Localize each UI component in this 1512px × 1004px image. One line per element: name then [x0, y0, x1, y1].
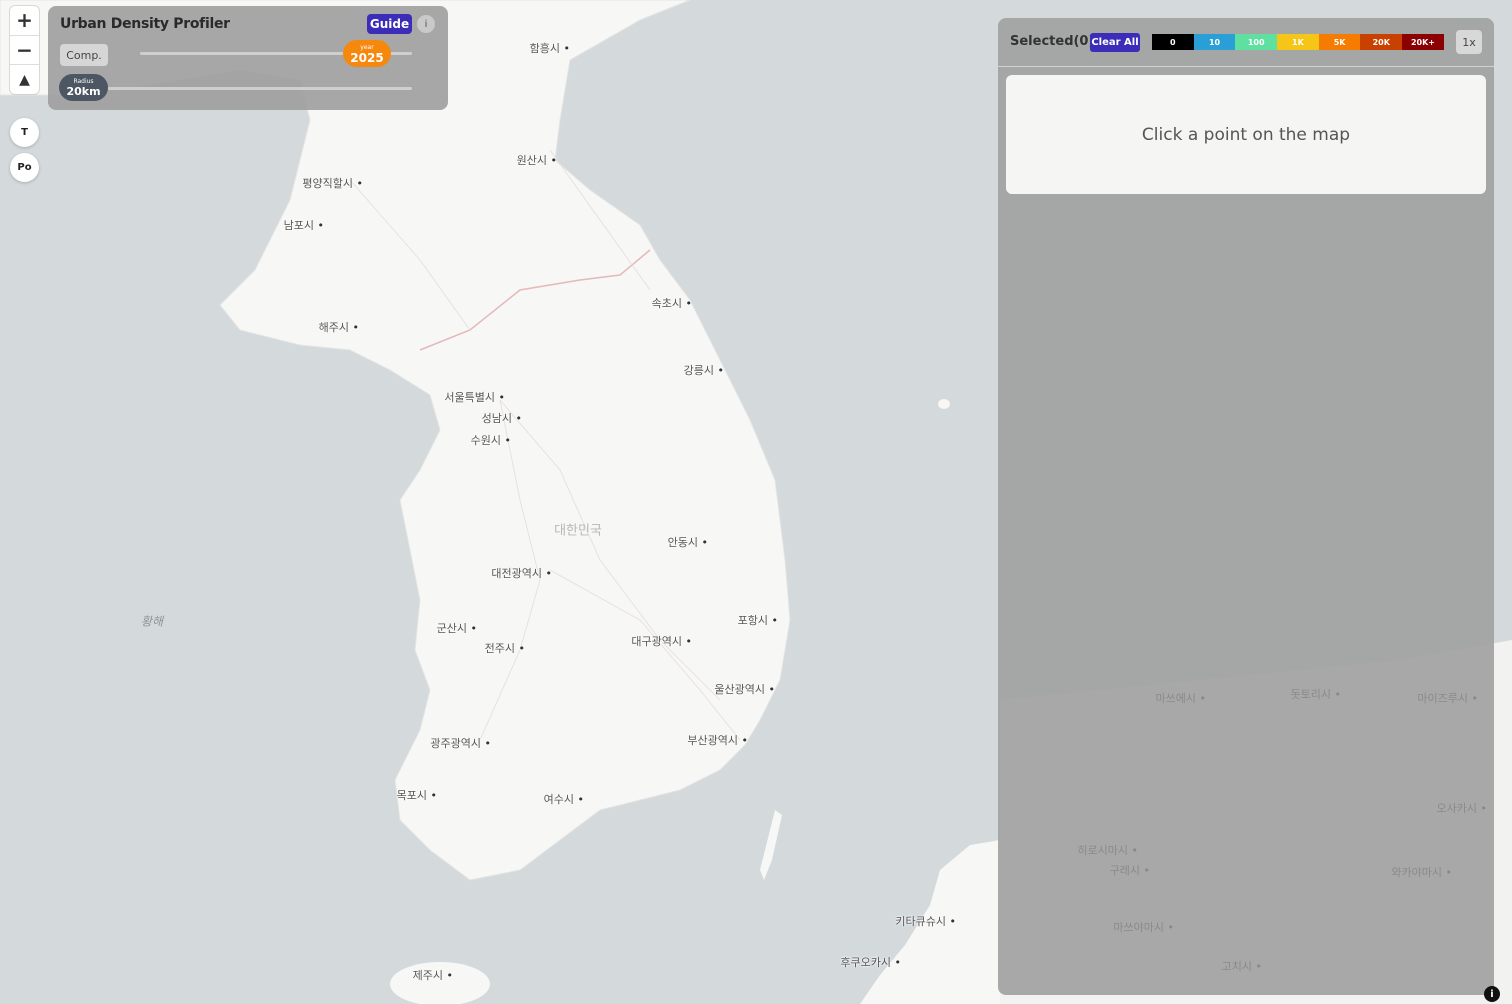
city-label: 울산광역시 [714, 681, 775, 697]
radius-slider-track[interactable] [108, 87, 412, 90]
density-legend: 0 10 100 1K 5K 20K 20K+ [1152, 34, 1444, 50]
city-label: 후쿠오카시 [840, 954, 901, 970]
legend-item: 5K [1318, 34, 1361, 50]
legend-item: 20K+ [1402, 34, 1444, 50]
city-label: 히로시마시 [1077, 842, 1138, 858]
speed-button[interactable]: 1x [1456, 30, 1482, 54]
guide-button[interactable]: Guide [367, 14, 412, 34]
city-label: 강릉시 [684, 362, 724, 378]
city-label: 수원시 [471, 432, 511, 448]
city-label: 고치시 [1222, 958, 1262, 974]
city-label: 해주시 [319, 319, 359, 335]
city-label: 목포시 [397, 787, 437, 803]
year-slider-thumb[interactable]: year 2025 [343, 40, 391, 67]
city-label: 포항시 [738, 612, 778, 628]
radius-slider-thumb[interactable]: Radius 20km [59, 74, 108, 101]
toggle-po-button[interactable]: Po [10, 153, 39, 182]
sea-label: 황해 [140, 614, 164, 629]
city-label: 여수시 [544, 791, 584, 807]
toggle-t-button[interactable]: T [10, 118, 39, 147]
empty-state-text: Click a point on the map [1141, 124, 1351, 145]
city-label: 군산시 [437, 620, 477, 636]
city-label: 제주시 [413, 967, 453, 983]
compass-icon[interactable]: ▲ [10, 65, 39, 94]
city-label: 광주광역시 [430, 735, 491, 751]
city-label: 원산시 [517, 152, 557, 168]
control-panel: Urban Density Profiler Guide i Comp. yea… [48, 6, 448, 110]
city-label: 속초시 [652, 295, 692, 311]
legend-item: 0 [1152, 34, 1194, 50]
city-label: 안동시 [668, 534, 708, 550]
attribution-icon[interactable]: i [1484, 986, 1500, 1002]
city-label: 오사카시 [1437, 800, 1487, 816]
country-label: 대한민국 [554, 523, 602, 539]
city-label: 함흥시 [530, 40, 570, 56]
city-label: 남포시 [284, 217, 324, 233]
city-label: 마쓰에시 [1156, 690, 1206, 706]
city-label: 부산광역시 [687, 732, 748, 748]
city-label: 서울특별시 [444, 389, 505, 405]
compare-button[interactable]: Comp. [60, 44, 108, 66]
city-label: 구레시 [1110, 862, 1150, 878]
city-label: 평양직할시 [302, 175, 363, 191]
city-label: 대전광역시 [491, 565, 552, 581]
info-icon[interactable]: i [417, 15, 435, 33]
zoom-out-button[interactable]: − [10, 36, 39, 66]
app-title: Urban Density Profiler [60, 16, 230, 32]
selection-panel: Selected(0) Clear All 0 10 100 1K 5K 20K… [998, 18, 1494, 995]
legend-item: 20K [1360, 34, 1403, 50]
city-label: 와카야마시 [1391, 864, 1452, 880]
legend-item: 10 [1193, 34, 1236, 50]
radius-value: 20km [66, 85, 101, 98]
selected-count: Selected(0) [1010, 34, 1095, 49]
selection-header: Selected(0) Clear All 0 10 100 1K 5K 20K… [998, 18, 1494, 67]
city-label: 대구광역시 [631, 633, 692, 649]
city-label: 키타큐슈시 [895, 913, 956, 929]
city-label: 마이즈루시 [1417, 690, 1478, 706]
year-value: 2025 [350, 51, 384, 65]
legend-item: 100 [1235, 34, 1278, 50]
city-label: 마쓰야마시 [1113, 919, 1174, 935]
zoom-in-button[interactable]: + [10, 6, 39, 36]
city-label: 전주시 [485, 640, 525, 656]
zoom-control: + − ▲ [10, 6, 39, 94]
empty-state-card: Click a point on the map [1006, 75, 1486, 194]
city-label: 돗토리시 [1291, 686, 1341, 702]
legend-item: 1K [1277, 34, 1319, 50]
clear-all-button[interactable]: Clear All [1090, 33, 1140, 52]
city-label: 성남시 [482, 410, 522, 426]
